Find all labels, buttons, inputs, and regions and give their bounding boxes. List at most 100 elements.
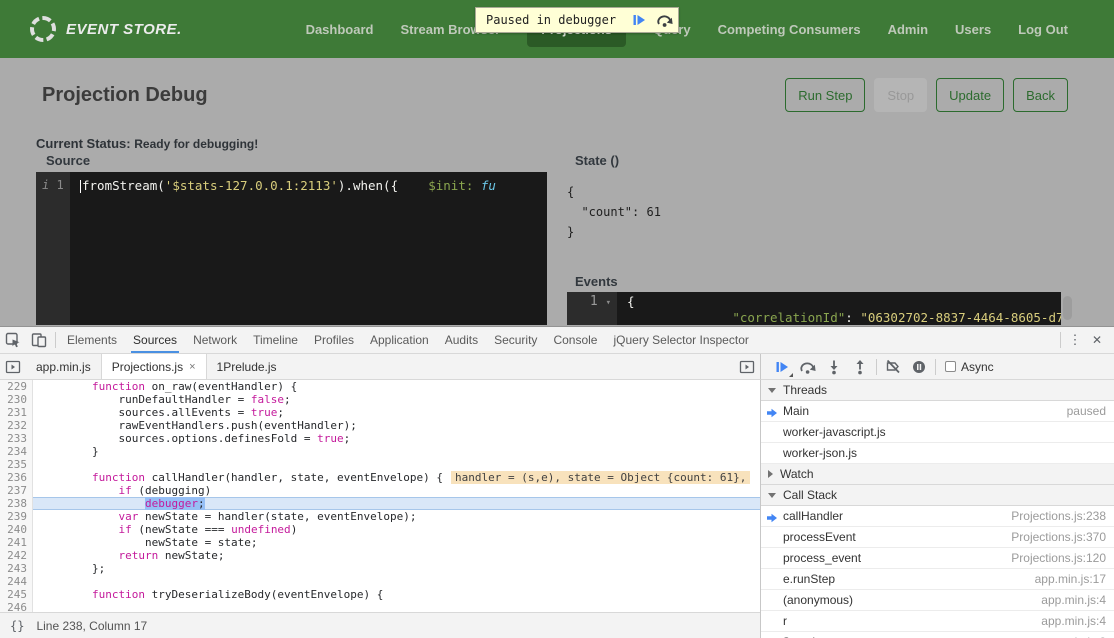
- line-number[interactable]: 229: [0, 380, 33, 393]
- inspect-element-button[interactable]: [0, 327, 26, 353]
- line-number[interactable]: 238: [0, 497, 33, 510]
- line-number[interactable]: 245: [0, 588, 33, 601]
- line-number[interactable]: 230: [0, 393, 33, 406]
- action-buttons: Run Step Stop Update Back: [785, 78, 1068, 112]
- tab-security[interactable]: Security: [486, 327, 545, 353]
- call-stack-frame[interactable]: process_eventProjections.js:120: [761, 548, 1114, 569]
- call-stack-frame[interactable]: callHandlerProjections.js:238: [761, 506, 1114, 527]
- thread-row-worker-json-js[interactable]: worker-json.js: [761, 443, 1114, 464]
- nav-item-competing-consumers[interactable]: Competing Consumers: [718, 22, 861, 37]
- step-over-button[interactable]: [652, 8, 678, 32]
- tab-jquery-selector-inspector[interactable]: jQuery Selector Inspector: [605, 327, 756, 353]
- code-line-text: };: [33, 562, 760, 575]
- source-code-pane[interactable]: 229 function on_raw(eventHandler) {230 r…: [0, 380, 760, 613]
- code-token: rawEventHandlers.push(eventHandler);: [39, 419, 357, 432]
- event-store-debug-page: EVENT STORE. DashboardStream BrowserProj…: [0, 0, 1114, 638]
- file-tabs: app.min.jsProjections.js×1Prelude.js: [26, 354, 287, 379]
- run-step-button[interactable]: Run Step: [785, 78, 865, 112]
- threads-section-header[interactable]: Threads: [761, 380, 1114, 401]
- deactivate-breakpoints-button[interactable]: [880, 355, 906, 379]
- file-tab-app.min.js[interactable]: app.min.js: [26, 354, 101, 379]
- line-number[interactable]: 243: [0, 562, 33, 575]
- nav-item-log-out[interactable]: Log Out: [1018, 22, 1068, 37]
- line-number[interactable]: 231: [0, 406, 33, 419]
- line-number[interactable]: 234: [0, 445, 33, 458]
- current-position-arrow-icon: [767, 512, 777, 526]
- step-into-icon: [826, 359, 842, 375]
- tab-timeline[interactable]: Timeline: [245, 327, 306, 353]
- call-stack-frame[interactable]: rapp.min.js:4: [761, 611, 1114, 632]
- show-navigator-button[interactable]: [0, 354, 26, 379]
- async-toggle[interactable]: Async: [945, 360, 994, 374]
- nav-item-admin[interactable]: Admin: [888, 22, 928, 37]
- code-token: (newState ===: [132, 523, 231, 536]
- code-line: 236 function callHandler(handler, state,…: [0, 471, 760, 484]
- tab-application[interactable]: Application: [362, 327, 437, 353]
- tab-audits[interactable]: Audits: [437, 327, 486, 353]
- step-into-button[interactable]: [821, 355, 847, 379]
- back-button[interactable]: Back: [1013, 78, 1068, 112]
- nav-item-dashboard[interactable]: Dashboard: [306, 22, 374, 37]
- tab-network[interactable]: Network: [185, 327, 245, 353]
- brand[interactable]: EVENT STORE.: [30, 16, 182, 42]
- tab-sources[interactable]: Sources: [125, 327, 185, 353]
- stop-button: Stop: [874, 78, 927, 112]
- brand-text: EVENT STORE.: [66, 21, 182, 38]
- frame-location: Projections.js:120: [1011, 551, 1106, 565]
- line-number[interactable]: 244: [0, 575, 33, 588]
- code-token: var: [118, 510, 138, 523]
- devtools-tabbar: ElementsSourcesNetworkTimelineProfilesAp…: [0, 327, 1114, 354]
- line-number[interactable]: 237: [0, 484, 33, 497]
- update-button[interactable]: Update: [936, 78, 1004, 112]
- thread-row-main[interactable]: Mainpaused: [761, 401, 1114, 422]
- line-number[interactable]: 232: [0, 419, 33, 432]
- async-checkbox[interactable]: [945, 361, 956, 372]
- frame-function-name: processEvent: [783, 530, 856, 544]
- step-over-button[interactable]: [795, 355, 821, 379]
- current-status-label: Current Status:: [36, 136, 131, 151]
- devtools-close-icon[interactable]: ✕: [1086, 333, 1108, 347]
- tab-console[interactable]: Console: [545, 327, 605, 353]
- line-number[interactable]: 236: [0, 471, 33, 484]
- pretty-print-icon[interactable]: {}: [10, 619, 24, 633]
- call-stack-section-header[interactable]: Call Stack: [761, 485, 1114, 506]
- tab-profiles[interactable]: Profiles: [306, 327, 362, 353]
- line-number[interactable]: 235: [0, 458, 33, 471]
- line-number[interactable]: 233: [0, 432, 33, 445]
- call-stack-frame[interactable]: processEventProjections.js:370: [761, 527, 1114, 548]
- line-number[interactable]: 241: [0, 536, 33, 549]
- code-line: 242 return newState;: [0, 549, 760, 562]
- events-scrollbar-thumb[interactable]: [1063, 296, 1072, 320]
- line-number[interactable]: 239: [0, 510, 33, 523]
- devtools-menu-icon[interactable]: ⋮: [1064, 332, 1086, 348]
- events-editor[interactable]: 1 ▾ { "correlationId": "06302702-8837-44…: [567, 292, 1061, 325]
- file-tab-1prelude.js[interactable]: 1Prelude.js: [207, 354, 287, 379]
- call-stack-frame[interactable]: (anonymous)app.min.js:4: [761, 590, 1114, 611]
- pause-on-exceptions-button[interactable]: [906, 355, 932, 379]
- step-out-button[interactable]: [847, 355, 873, 379]
- close-tab-icon[interactable]: ×: [189, 361, 195, 373]
- code-token: ;: [277, 406, 284, 419]
- resume-script-button[interactable]: [626, 8, 652, 32]
- code-token: false: [251, 393, 284, 406]
- frame-function-name: callHandler: [783, 509, 843, 523]
- code-line-text: }: [33, 445, 760, 458]
- line-number[interactable]: 242: [0, 549, 33, 562]
- watch-section-header[interactable]: Watch: [761, 464, 1114, 485]
- resume-script-button[interactable]: [769, 355, 795, 379]
- resume-icon: [774, 359, 790, 375]
- show-panel-button[interactable]: [734, 354, 760, 379]
- source-code-editor[interactable]: i 1 fromStream('$stats-127.0.0.1:2113').…: [36, 172, 547, 325]
- file-tab-projections.js[interactable]: Projections.js×: [101, 354, 207, 379]
- paused-in-debugger-banner: Paused in debugger: [475, 7, 679, 33]
- toolbar-separator: [876, 359, 877, 375]
- call-stack-frame[interactable]: e.runStepapp.min.js:17: [761, 569, 1114, 590]
- call-stack-frame[interactable]: $.eachapp.min.js:2: [761, 632, 1114, 638]
- code-fold-icon[interactable]: ▾: [606, 298, 611, 308]
- device-toolbar-button[interactable]: [26, 327, 52, 353]
- nav-item-users[interactable]: Users: [955, 22, 991, 37]
- thread-row-worker-javascript-js[interactable]: worker-javascript.js: [761, 422, 1114, 443]
- code-token: [39, 471, 92, 484]
- tab-elements[interactable]: Elements: [59, 327, 125, 353]
- line-number[interactable]: 240: [0, 523, 33, 536]
